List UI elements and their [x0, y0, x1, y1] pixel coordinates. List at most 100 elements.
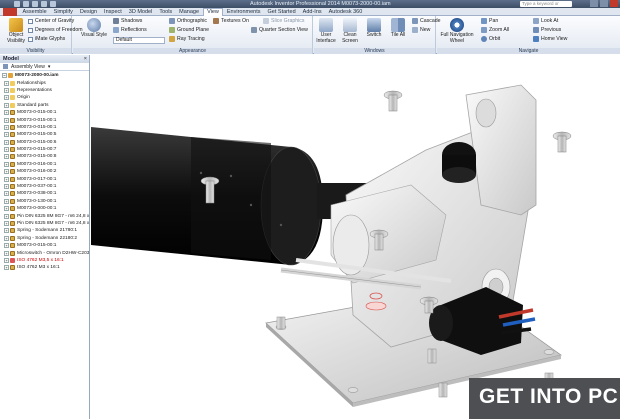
tab-get-started[interactable]: Get Started [264, 8, 299, 16]
tree-item[interactable]: + Pin DIN 6325 8M 8G7 - m6 24,8 x 24(... [0, 220, 89, 227]
tree-item[interactable]: + M0073-0-015-00:1 [0, 116, 89, 123]
tree-item[interactable]: + M0073-0-000-00:1 [0, 205, 89, 212]
visual-style-button[interactable]: Visual Style [79, 18, 109, 39]
expand-icon[interactable]: + [4, 176, 9, 182]
ray-tracing-button[interactable]: Ray Tracing [169, 35, 205, 43]
expand-icon[interactable]: + [4, 243, 9, 249]
tree-item[interactable]: + Pin DIN 6325 8M 8G7 - m6 24,8 x 24(... [0, 212, 89, 219]
expand-icon[interactable]: + [4, 169, 9, 175]
tree-item[interactable]: + M0073-0-017-00:1 [0, 175, 89, 182]
previous-view-button[interactable]: Previous [533, 26, 561, 34]
save-icon[interactable] [32, 1, 38, 7]
tree-item[interactable]: + ISO 4762 M3,5 x 16:1 [0, 257, 89, 264]
tree-item[interactable]: + Relationships [0, 79, 89, 86]
application-menu-button[interactable] [3, 7, 17, 16]
expand-icon[interactable]: + [4, 110, 9, 116]
expand-icon[interactable]: + [4, 198, 9, 204]
chevron-down-icon[interactable]: ▾ [48, 63, 51, 71]
tree-item[interactable]: + M0073-0-015-00:7 [0, 146, 89, 153]
close-button[interactable] [610, 0, 618, 7]
assembly-view-dropdown[interactable]: Assembly View [11, 63, 45, 71]
expand-icon[interactable]: + [4, 257, 9, 263]
graphics-viewport[interactable] [91, 55, 620, 419]
user-interface-button[interactable]: User Interface [314, 18, 338, 44]
home-view-button[interactable]: Home View [533, 35, 567, 43]
tree-item[interactable]: + M0073-0-015-00:1 [0, 109, 89, 116]
tree-item[interactable]: + M0073-0-015-00:5 [0, 131, 89, 138]
tree-item[interactable]: + Microswitch - Omron D2HW-C203M:1 [0, 249, 89, 256]
shadows-button[interactable]: Shadows [113, 17, 142, 25]
slice-graphics-button[interactable]: Slice Graphics [263, 17, 304, 25]
quarter-section-view-button[interactable]: Quarter Section View [251, 26, 308, 34]
maximize-button[interactable] [600, 0, 608, 7]
open-file-icon[interactable] [23, 1, 29, 7]
expand-icon[interactable]: + [4, 191, 9, 197]
orthographic-button[interactable]: Orthographic [169, 17, 207, 25]
reflections-button[interactable]: Reflections [113, 26, 147, 34]
tab-tools[interactable]: Tools [156, 8, 176, 16]
look-at-button[interactable]: Look At [533, 17, 558, 25]
expand-icon[interactable]: + [4, 95, 9, 101]
expand-icon[interactable]: + [4, 265, 9, 271]
tree-item[interactable]: + ISO 4762 M3 x 16:1 [0, 264, 89, 271]
expand-icon[interactable]: + [4, 161, 9, 167]
search-input[interactable]: Type a keyword or phrase [520, 1, 572, 12]
imate-glyphs-checkbox[interactable]: iMate Glyphs [28, 35, 65, 43]
style-dropdown[interactable]: Default [113, 37, 165, 44]
tab-3d-model[interactable]: 3D Model [125, 8, 156, 16]
expand-icon[interactable]: + [4, 117, 9, 123]
tree-item[interactable]: + M0073-0-038-00:1 [0, 190, 89, 197]
tree-item[interactable]: + M0073-0-015-00:1 [0, 242, 89, 249]
orbit-button[interactable]: Orbit [481, 35, 500, 43]
new-window-button[interactable]: New [412, 26, 430, 34]
zoom-all-button[interactable]: Zoom All [481, 26, 509, 34]
tree-item[interactable]: + M0073-0-015-00:1 [0, 124, 89, 131]
tab-simplify[interactable]: Simplify [50, 8, 76, 16]
tab-view[interactable]: View [202, 7, 224, 16]
tab-inspect[interactable]: Inspect [101, 8, 126, 16]
tab-environments[interactable]: Environments [223, 8, 264, 16]
tree-item[interactable]: + Spring - Sodemann 22180:2 [0, 235, 89, 242]
expand-icon[interactable]: + [4, 102, 9, 108]
tab-design[interactable]: Design [76, 8, 100, 16]
new-file-icon[interactable] [14, 1, 20, 7]
expand-icon[interactable]: + [4, 221, 9, 226]
tab-manage[interactable]: Manage [176, 8, 203, 16]
tree-item[interactable]: + Spring - Sodemann 21780:1 [0, 227, 89, 234]
tree-item[interactable]: + M0073-0-016-00:1 [0, 161, 89, 168]
full-navigation-wheel-button[interactable]: Full Navigation Wheel [439, 18, 475, 44]
object-visibility-button[interactable]: Object Visibility [1, 18, 31, 44]
tab-autodesk-360[interactable]: Autodesk 360 [325, 8, 366, 16]
undo-icon[interactable] [41, 1, 47, 7]
tree-item[interactable]: + M0073-0-015-00:6 [0, 139, 89, 146]
pan-button[interactable]: Pan [481, 17, 498, 25]
textures-on-button[interactable]: Textures On [213, 17, 249, 25]
tree-item[interactable]: + M0073-0-037-00:1 [0, 183, 89, 190]
center-of-gravity-checkbox[interactable]: Center of Gravity [28, 17, 74, 25]
tree-item[interactable]: + Representations [0, 87, 89, 94]
expand-icon[interactable]: + [4, 228, 9, 234]
expand-icon[interactable]: + [4, 206, 9, 212]
expand-icon[interactable]: + [4, 124, 9, 130]
tree-item[interactable]: + M0073-0-016-00:2 [0, 168, 89, 175]
minimize-button[interactable] [590, 0, 598, 7]
expand-icon[interactable]: + [4, 154, 9, 160]
expand-icon[interactable]: + [4, 147, 9, 153]
expand-icon[interactable]: + [4, 213, 9, 219]
expand-icon[interactable]: + [4, 184, 9, 190]
tree-item[interactable]: + M0073-0-130-00:1 [0, 198, 89, 205]
ground-plane-button[interactable]: Ground Plane [169, 26, 209, 34]
tile-all-button[interactable]: Tile All [386, 18, 410, 39]
filter-icon[interactable] [3, 64, 8, 69]
expand-icon[interactable]: − [2, 73, 7, 79]
tab-assemble[interactable]: Assemble [19, 8, 50, 16]
tree-item[interactable]: − M0073-2000-00.iam [0, 72, 89, 79]
expand-icon[interactable]: + [4, 139, 9, 145]
tree-item[interactable]: + Standard parts [0, 102, 89, 109]
tab-add-ins[interactable]: Add-Ins [299, 8, 325, 16]
expand-icon[interactable]: + [4, 235, 9, 241]
expand-icon[interactable]: + [4, 250, 9, 256]
expand-icon[interactable]: + [4, 80, 9, 86]
close-icon[interactable]: × [84, 55, 87, 63]
tree-item[interactable]: + Origin [0, 94, 89, 101]
